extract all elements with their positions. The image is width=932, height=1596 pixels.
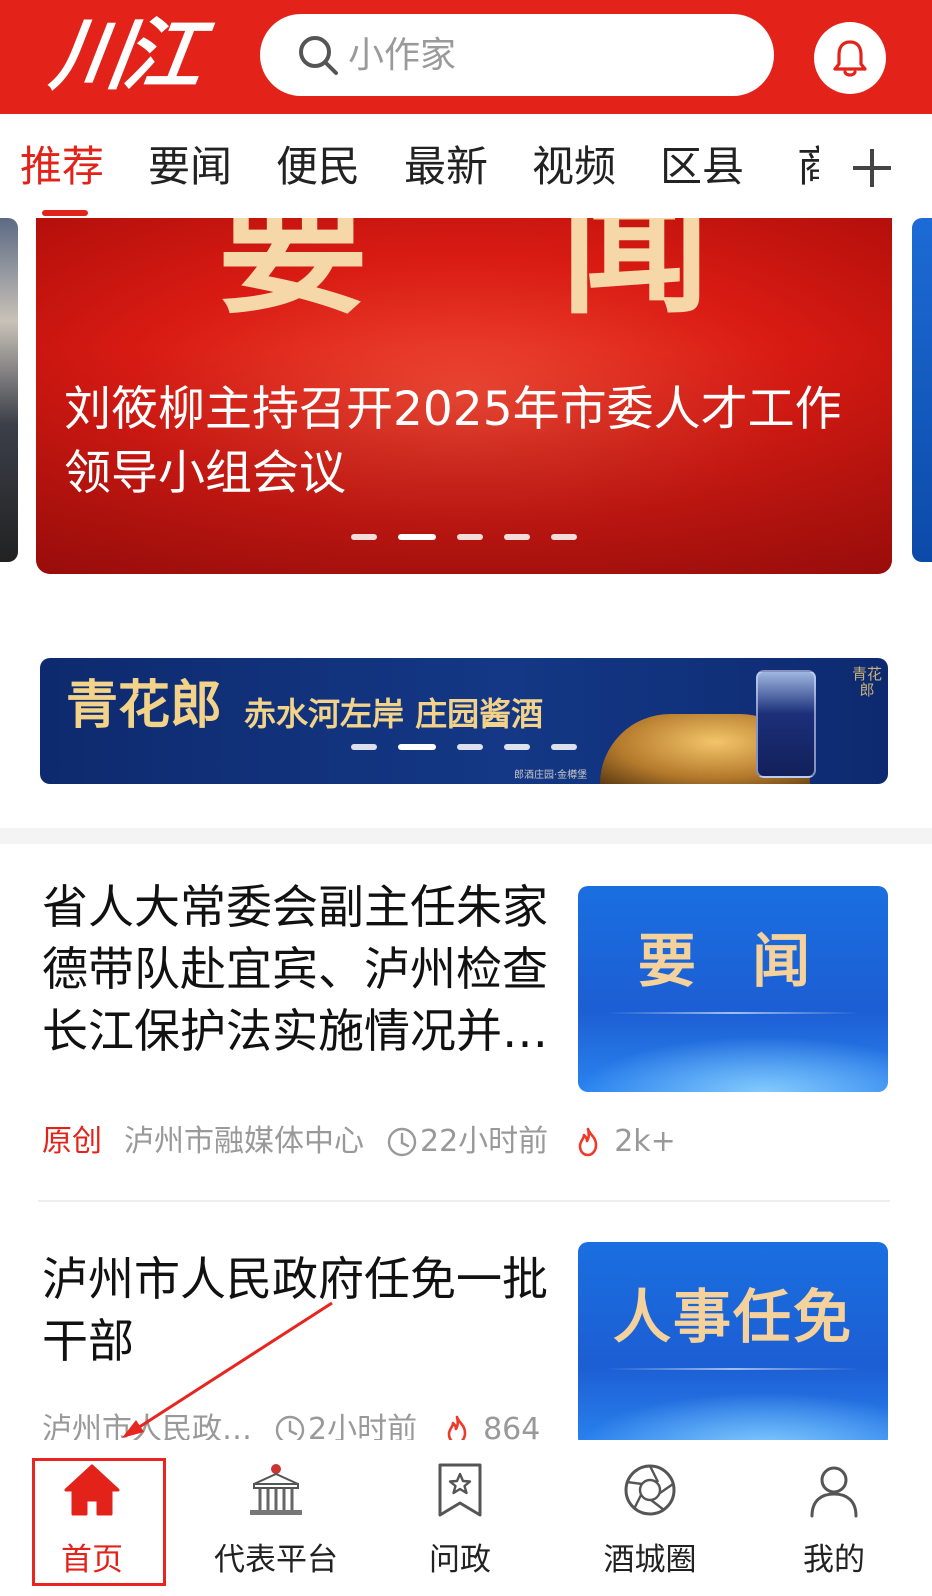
banner-title: 刘筱柳主持召开2025年市委人才工作领导小组会议 (64, 382, 842, 501)
nav-liquor-city-circle[interactable]: 酒城圈 (560, 1440, 740, 1596)
ad-dot[interactable] (457, 744, 483, 750)
search-icon (299, 36, 338, 75)
featured-banner[interactable]: 要 闻 刘筱柳主持召开2025年市委人才工作领导小组会议 (36, 218, 892, 574)
news-thumbnail[interactable]: 人事任免 (578, 1242, 888, 1448)
tab-convenience[interactable]: 便民 (276, 142, 360, 192)
ad-dot[interactable] (504, 744, 530, 750)
nav-label-platform: 代表平台 (214, 1542, 338, 1578)
carousel-dot[interactable] (457, 534, 483, 540)
carousel-next-peek[interactable] (912, 218, 932, 562)
fire-icon (578, 1127, 598, 1157)
tab-video[interactable]: 视频 (532, 142, 616, 192)
news-meta: 原创 泸州市融媒体中心 22小时前 2k+ (42, 1122, 676, 1162)
tab-recommend[interactable]: 推荐 (20, 142, 104, 192)
carousel-dot[interactable] (351, 534, 377, 540)
app-logo[interactable]: 川江 (45, 6, 219, 106)
category-tabs: 推荐 要闻 便民 最新 视频 区县 商 (0, 114, 932, 218)
ad-dot-active[interactable] (398, 744, 436, 750)
ad-brand: 青花郎 (66, 675, 223, 736)
bookmark-star-icon (438, 1463, 482, 1517)
carousel-dot[interactable] (504, 534, 530, 540)
nav-inquiry[interactable]: 问政 (370, 1440, 550, 1596)
carousel-dot-active[interactable] (398, 534, 436, 540)
ad-bottle-graphic (756, 670, 816, 778)
nav-label-inquiry: 问政 (429, 1542, 491, 1578)
ad-dot[interactable] (351, 744, 377, 750)
carousel-dots (36, 534, 892, 540)
nav-me[interactable]: 我的 (744, 1440, 924, 1596)
clock-icon (387, 1127, 417, 1157)
tab-important-news[interactable]: 要闻 (148, 142, 232, 192)
news-title[interactable]: 省人大常委会副主任朱家德带队赴宜宾、泸州检查长江保护法实施情况并… (42, 876, 562, 1062)
ad-banner[interactable]: 青花郎 赤水河左岸 庄园酱酒 青花郎 郎酒庄园·金樽堡 (40, 658, 888, 784)
ad-dot[interactable] (551, 744, 577, 750)
search-input[interactable] (348, 34, 728, 76)
tab-partial: 商 (797, 142, 819, 191)
carousel-dot[interactable] (551, 534, 577, 540)
list-divider (38, 1200, 890, 1202)
nav-label-me: 我的 (803, 1542, 865, 1578)
plus-icon[interactable] (850, 146, 894, 190)
original-badge: 原创 (42, 1124, 102, 1159)
nav-representative-platform[interactable]: 代表平台 (186, 1440, 366, 1596)
building-icon (250, 1464, 302, 1515)
app-header: 川江 (0, 0, 932, 114)
bell-icon (833, 40, 867, 77)
section-separator (0, 828, 932, 844)
active-tab-indicator (42, 210, 88, 216)
news-source: 泸州市融媒体中心 (124, 1124, 364, 1159)
news-thumbnail[interactable]: 要 闻 (578, 886, 888, 1092)
ad-dots (40, 744, 888, 750)
user-icon (810, 1466, 858, 1518)
ad-seal: 青花郎 (852, 665, 883, 699)
ad-tagline: 赤水河左岸 庄园酱酒 (244, 695, 544, 733)
thumb-line (606, 1012, 860, 1014)
news-heat: 2k+ (614, 1124, 676, 1159)
thumb-line (606, 1368, 860, 1370)
aperture-icon (624, 1464, 676, 1516)
search-bar[interactable] (260, 14, 774, 96)
news-title[interactable]: 泸州市人民政府任免一批干部 (42, 1248, 562, 1372)
news-time: 22小时前 (420, 1124, 549, 1159)
carousel-prev-peek[interactable] (0, 218, 18, 562)
ad-small-text: 郎酒庄园·金樽堡 (514, 770, 588, 781)
annotation-highlight-box (32, 1458, 166, 1586)
banner-graphic-text: 要 闻 (217, 218, 781, 335)
tab-district[interactable]: 区县 (660, 142, 744, 192)
tab-overflow[interactable]: 商 (797, 142, 819, 192)
thumb-glow (578, 1036, 888, 1092)
thumb-text: 要 闻 (637, 927, 829, 995)
thumb-text: 人事任免 (612, 1283, 853, 1351)
tab-latest[interactable]: 最新 (404, 142, 488, 192)
notification-button[interactable] (814, 22, 886, 94)
nav-label-circle: 酒城圈 (603, 1542, 697, 1578)
